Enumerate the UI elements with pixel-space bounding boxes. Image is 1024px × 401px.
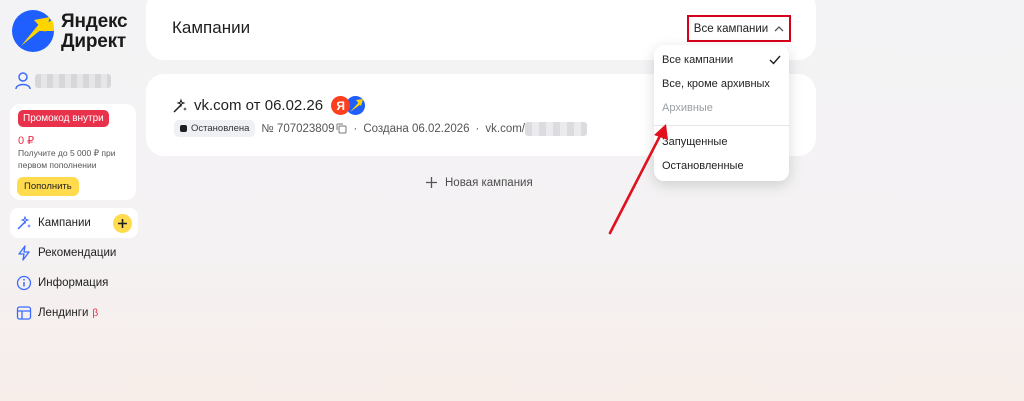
magic-wand-icon (17, 215, 31, 230)
sidebar-item-label: Рекомендации (38, 247, 117, 259)
magic-wand-icon (173, 98, 187, 113)
copy-icon[interactable] (336, 123, 347, 134)
user-profile[interactable] (15, 72, 111, 90)
sidebar: Яндекс Директ Промокод внутри 0 ₽ Получи… (0, 0, 140, 401)
sidebar-item-label: Информация (38, 277, 109, 289)
campaign-url[interactable]: vk.com/ (485, 123, 525, 135)
status-badge: Остановлена (174, 120, 256, 137)
beta-badge: β (92, 307, 99, 319)
user-icon (15, 72, 31, 90)
campaign-title-row: vk.com от 06.02.26 Я (172, 96, 366, 115)
checkmark-icon (769, 55, 781, 65)
sidebar-item-campaigns[interactable]: Кампании (10, 208, 138, 238)
filter-label: Все кампании (693, 22, 769, 35)
plus-icon (118, 219, 127, 228)
yandex-direct-logo-icon (12, 10, 54, 52)
logo[interactable]: Яндекс Директ (12, 10, 132, 52)
add-campaign-button[interactable] (113, 214, 132, 233)
campaign-number: № 707023809 (261, 122, 335, 135)
plus-icon (426, 177, 437, 188)
promo-description: Получите до 5 000 ₽ при первом пополнени… (18, 148, 116, 170)
lightning-icon (18, 245, 30, 261)
url-redacted (525, 121, 587, 136)
sidebar-item-landings[interactable]: Лендинги β (10, 298, 138, 328)
dropdown-item-all[interactable]: Все кампании (654, 48, 789, 72)
annotation-arrow-icon (608, 124, 668, 235)
new-campaign-button[interactable]: Новая кампания (425, 176, 533, 189)
user-name-redacted (35, 74, 111, 88)
campaign-filter-select[interactable]: Все кампании (687, 15, 791, 42)
promo-card: Промокод внутри 0 ₽ Получите до 5 000 ₽ … (10, 104, 136, 200)
promo-amount: 0 ₽ (18, 135, 35, 147)
stopped-icon (180, 125, 187, 132)
chevron-up-icon (774, 26, 784, 32)
promo-badge: Промокод внутри (18, 110, 109, 127)
campaign-meta: Остановлена № 707023809 · Создана 06.02.… (174, 120, 587, 137)
sidebar-item-label: Лендинги (38, 307, 89, 319)
placement-badges: Я (331, 96, 366, 115)
info-icon (16, 275, 32, 291)
sidebar-item-label: Кампании (38, 217, 91, 229)
campaign-title[interactable]: vk.com от 06.02.26 (194, 97, 323, 114)
logo-text: Яндекс Директ (61, 11, 128, 52)
yandex-badge-icon: Я (331, 96, 351, 115)
sidebar-item-information[interactable]: Информация (10, 268, 138, 298)
separator-dot: · (475, 122, 480, 135)
dropdown-item-non-archived[interactable]: Все, кроме архивных (654, 72, 789, 96)
dropdown-item-archived: Архивные (662, 102, 713, 114)
top-up-button[interactable]: Пополнить (17, 177, 79, 196)
page-title: Кампании (172, 18, 251, 37)
separator-dot: · (353, 122, 358, 135)
sidebar-nav: Кампании Рекомендации Информация Лендинг… (10, 208, 138, 328)
landing-icon (16, 306, 32, 320)
created-date: Создана 06.02.2026 (363, 122, 470, 135)
sidebar-item-recommendations[interactable]: Рекомендации (10, 238, 138, 268)
